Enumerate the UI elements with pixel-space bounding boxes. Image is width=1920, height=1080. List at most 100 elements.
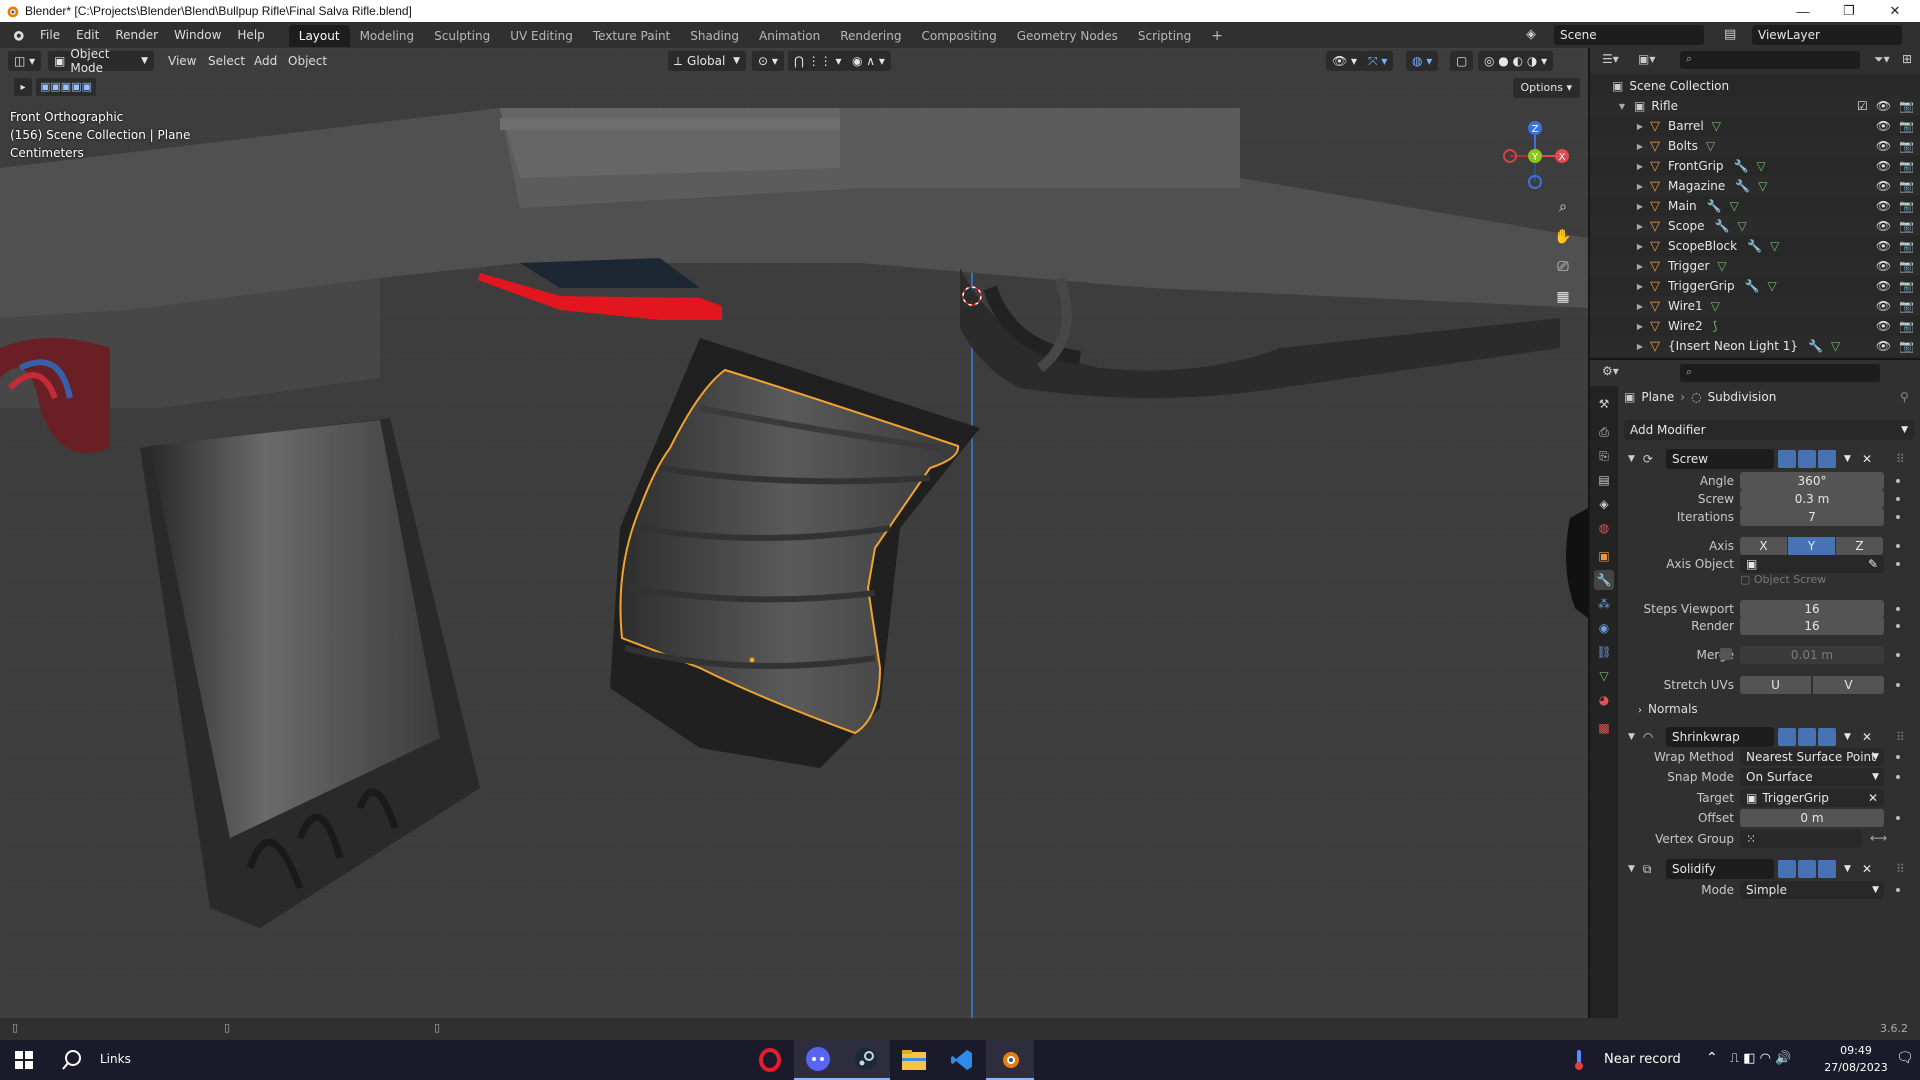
- pivot-point-button[interactable]: ⊙ ▾: [752, 51, 784, 71]
- minimize-button[interactable]: —: [1780, 0, 1826, 22]
- weather-label[interactable]: Near record: [1604, 1052, 1681, 1067]
- dropdown-icon[interactable]: ▼: [1844, 732, 1851, 742]
- outliner-item[interactable]: ▶ ▽ {Insert Neon Light 1} 🔧 ▽ 👁 📷: [1590, 336, 1920, 356]
- keyframe-dot[interactable]: [1896, 816, 1900, 820]
- wrap-method-select[interactable]: Nearest Surface Point ▼: [1740, 748, 1884, 766]
- camera-render-icon[interactable]: 📷: [1899, 299, 1914, 313]
- outliner-item[interactable]: ▶ ▽ Magazine 🔧 ▽ 👁 📷: [1590, 176, 1920, 196]
- overlays-toggle[interactable]: ◍ ▾: [1406, 51, 1439, 71]
- mode-selector[interactable]: ▣ Object Mode ▼: [48, 48, 154, 75]
- steam-icon[interactable]: [842, 1040, 890, 1080]
- outliner-item[interactable]: ▶ ▽ Bolts ▽ 👁 📷: [1590, 136, 1920, 156]
- windows-start-icon[interactable]: [0, 1040, 48, 1080]
- expand-arrow-icon[interactable]: ▶: [1634, 182, 1646, 191]
- axis-z-button[interactable]: Z: [1836, 537, 1883, 555]
- grid-view-icon[interactable]: ▦: [1550, 284, 1576, 310]
- world-tab-icon[interactable]: ◍: [1594, 518, 1614, 538]
- outliner-item[interactable]: ▶ ▽ Wire2 ⟆ 👁 📷: [1590, 316, 1920, 336]
- transform-orientation-selector[interactable]: ⟂ Global ▼: [668, 51, 746, 71]
- tool-tab-icon[interactable]: ⚒: [1594, 394, 1614, 414]
- camera-render-icon[interactable]: 📷: [1899, 159, 1914, 173]
- expand-arrow-icon[interactable]: ▶: [1634, 142, 1646, 151]
- keyframe-dot[interactable]: [1896, 544, 1900, 548]
- pan-hand-icon[interactable]: ✋: [1550, 224, 1576, 250]
- modifier-wrench-icon[interactable]: 🔧: [1715, 219, 1730, 233]
- taskbar-search-label[interactable]: Links: [100, 1052, 131, 1066]
- eye-icon[interactable]: 👁: [1876, 139, 1891, 153]
- eye-icon[interactable]: 👁: [1876, 199, 1891, 213]
- new-collection-icon[interactable]: ⊞: [1902, 52, 1912, 66]
- viewport-scene[interactable]: [0, 48, 1588, 1018]
- merge-field[interactable]: 0.01 m: [1740, 646, 1884, 664]
- expand-arrow-icon[interactable]: ▶: [1634, 262, 1646, 271]
- outliner-scene-collection[interactable]: ▣ Scene Collection: [1590, 76, 1920, 96]
- solidify-modifier-header[interactable]: ▼ ⧉ Solidify ▼ ✕ ⠿: [1626, 856, 1914, 882]
- close-icon[interactable]: ✕: [1862, 730, 1872, 744]
- output-tab-icon[interactable]: ⎘: [1594, 446, 1614, 466]
- select-mode-icons[interactable]: ▣▣▣▣▣: [36, 78, 96, 96]
- select-tool-icon[interactable]: ▸: [14, 78, 32, 96]
- snap-mode-select[interactable]: On Surface ▼: [1740, 768, 1884, 786]
- screw-field[interactable]: 0.3 m: [1740, 490, 1884, 508]
- eye-icon[interactable]: 👁: [1876, 219, 1891, 233]
- gizmo-toggle[interactable]: ⤧ ▾: [1362, 51, 1394, 71]
- mesh-data-icon[interactable]: ▽: [1768, 279, 1777, 293]
- render-tab-icon[interactable]: ⎙: [1594, 422, 1614, 442]
- viewport-menu-add[interactable]: Add: [254, 51, 277, 71]
- keyframe-dot[interactable]: [1896, 653, 1900, 657]
- screw-toggles[interactable]: [1778, 450, 1836, 468]
- camera-icon[interactable]: ⎚: [1550, 254, 1576, 280]
- tab-sculpting[interactable]: Sculpting: [424, 25, 500, 47]
- modifier-wrench-icon[interactable]: 🔧: [1707, 199, 1722, 213]
- eye-icon[interactable]: 👁: [1876, 159, 1891, 173]
- mesh-data-icon[interactable]: ▽: [1706, 139, 1715, 153]
- angle-field[interactable]: 360°: [1740, 472, 1884, 490]
- iterations-field[interactable]: 7: [1740, 508, 1884, 526]
- mesh-data-icon[interactable]: ▽: [1738, 219, 1747, 233]
- filter-icon[interactable]: ⏷▾: [1874, 52, 1890, 67]
- blender-taskbar-icon[interactable]: [986, 1040, 1034, 1080]
- 3d-viewport[interactable]: ◫ ▾ ▣ Object Mode ▼ View Select Add Obje…: [0, 48, 1588, 1018]
- expand-arrow-icon[interactable]: ▶: [1634, 222, 1646, 231]
- physics-tab-icon[interactable]: ◉: [1594, 618, 1614, 638]
- expand-arrow-icon[interactable]: ▶: [1634, 162, 1646, 171]
- particles-tab-icon[interactable]: ⁂: [1594, 594, 1614, 614]
- modifier-wrench-icon[interactable]: 🔧: [1747, 239, 1762, 253]
- material-tab-icon[interactable]: ◕: [1594, 690, 1614, 710]
- keyframe-dot[interactable]: [1896, 683, 1900, 687]
- outliner-item[interactable]: ▶ ▽ Scope 🔧 ▽ 👁 📷: [1590, 216, 1920, 236]
- outliner-item[interactable]: ▶ ▽ Trigger ▽ 👁 📷: [1590, 256, 1920, 276]
- mesh-data-icon[interactable]: ▽: [1712, 119, 1721, 133]
- menu-edit[interactable]: Edit: [68, 22, 107, 48]
- clock-time[interactable]: 09:49: [1826, 1044, 1886, 1057]
- constraints-tab-icon[interactable]: ⛓: [1594, 642, 1614, 662]
- eye-icon[interactable]: 👁: [1876, 99, 1891, 113]
- viewport-menu-view[interactable]: View: [168, 51, 196, 71]
- view-layer-icon[interactable]: ▤: [1724, 27, 1736, 42]
- expand-arrow-icon[interactable]: ▶: [1634, 342, 1646, 351]
- add-workspace-button[interactable]: +: [1201, 25, 1233, 47]
- solidify-toggles[interactable]: [1778, 860, 1836, 878]
- eye-icon[interactable]: 👁: [1876, 299, 1891, 313]
- mesh-data-icon[interactable]: ▽: [1770, 239, 1779, 253]
- menu-window[interactable]: Window: [166, 22, 229, 48]
- menu-render[interactable]: Render: [107, 22, 166, 48]
- shading-modes[interactable]: ◎ ● ◐ ◑ ▾: [1478, 51, 1554, 71]
- close-icon[interactable]: ✕: [1862, 862, 1872, 876]
- discord-like-app-icon[interactable]: [794, 1040, 842, 1080]
- file-explorer-icon[interactable]: [890, 1040, 938, 1080]
- viewport-menu-select[interactable]: Select: [208, 51, 245, 71]
- tab-texture-paint[interactable]: Texture Paint: [583, 25, 680, 47]
- modifier-wrench-icon[interactable]: 🔧: [1734, 159, 1749, 173]
- view-layer-field[interactable]: ViewLayer: [1752, 25, 1902, 45]
- modifier-wrench-icon[interactable]: 🔧: [1808, 339, 1823, 353]
- mesh-data-icon[interactable]: ▽: [1757, 159, 1766, 173]
- mesh-data-icon[interactable]: ▽: [1717, 259, 1726, 273]
- keyframe-dot[interactable]: [1896, 624, 1900, 628]
- camera-render-icon[interactable]: 📷: [1899, 259, 1914, 273]
- eye-icon[interactable]: 👁: [1876, 259, 1891, 273]
- outliner-item[interactable]: ▶ ▽ ScopeBlock 🔧 ▽ 👁 📷: [1590, 236, 1920, 256]
- checkbox-icon[interactable]: ☑: [1857, 99, 1868, 113]
- camera-render-icon[interactable]: 📷: [1899, 239, 1914, 253]
- thermometer-icon[interactable]: [1574, 1050, 1584, 1073]
